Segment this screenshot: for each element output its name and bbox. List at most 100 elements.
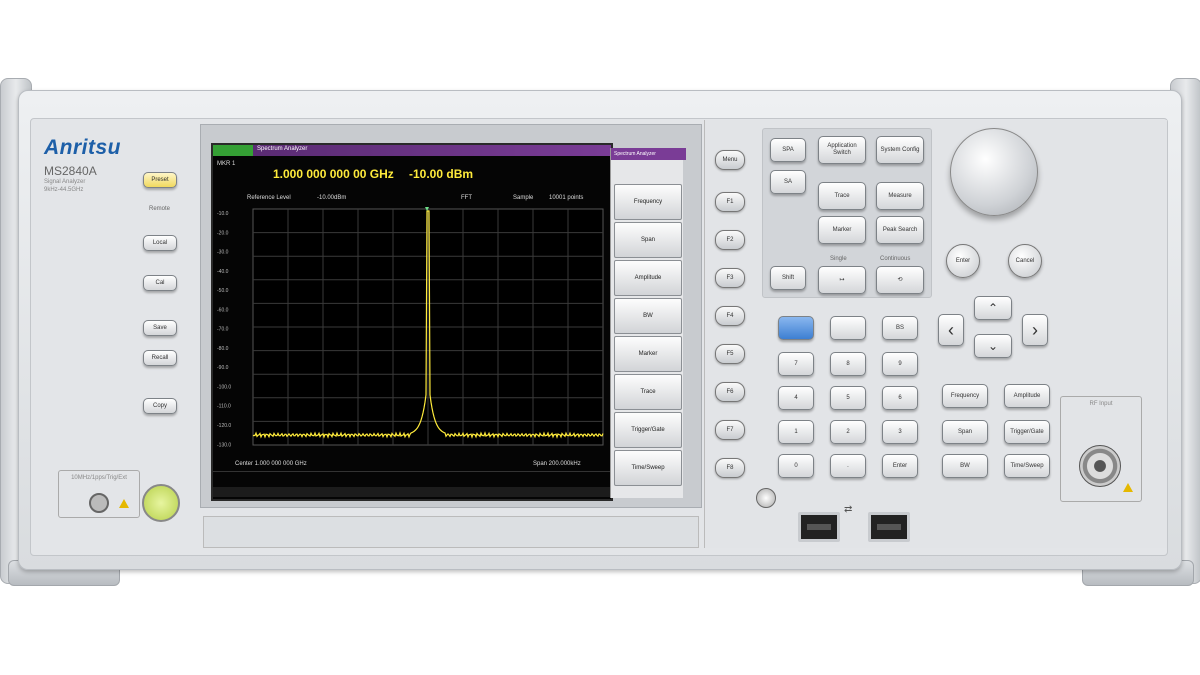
save-button[interactable]: Save: [143, 320, 177, 336]
marker-key[interactable]: Marker: [818, 216, 866, 244]
spa-key[interactable]: SPA: [770, 138, 806, 162]
numpad-key-4[interactable]: 4: [778, 386, 814, 410]
model-range: 9kHz-44.5GHz: [44, 187, 84, 193]
softkey-frequency[interactable]: Frequency: [614, 184, 682, 220]
f2-key[interactable]: F2: [715, 230, 745, 250]
chevron-left-icon: ‹: [948, 319, 954, 340]
f6-key[interactable]: F6: [715, 382, 745, 402]
numpad-key-9[interactable]: 9: [882, 352, 918, 376]
enter-knob-key[interactable]: Enter: [946, 244, 980, 278]
numpad-key-3[interactable]: 3: [882, 420, 918, 444]
rf-input-panel: RF Input: [1060, 396, 1142, 502]
y-tick-label: -40.0: [217, 269, 229, 275]
softkey-panel: Spectrum Analyzer Frequency Span Amplitu…: [610, 148, 686, 498]
up-arrow-key[interactable]: ⌃: [974, 296, 1012, 320]
numpad-key-5[interactable]: 5: [830, 386, 866, 410]
numpad-key-8[interactable]: 8: [830, 352, 866, 376]
usb-port-1[interactable]: [798, 512, 840, 542]
marker-level: -10.00 dBm: [409, 167, 474, 181]
shift-key[interactable]: Shift: [770, 266, 806, 290]
application-switch-key[interactable]: Application Switch: [818, 136, 866, 164]
rotary-knob[interactable]: [950, 128, 1038, 216]
points-count: 10001 points: [549, 195, 584, 201]
softkey-amplitude[interactable]: Amplitude: [614, 260, 682, 296]
down-arrow-key[interactable]: ⌄: [974, 334, 1012, 358]
time-sweep-hard-key[interactable]: Time/Sweep: [1004, 454, 1050, 478]
copy-button[interactable]: Copy: [143, 398, 177, 414]
amplitude-hard-key[interactable]: Amplitude: [1004, 384, 1050, 408]
numpad-key-1[interactable]: 1: [778, 420, 814, 444]
local-button[interactable]: Local: [143, 235, 177, 251]
chevron-down-icon: ⌄: [987, 338, 999, 353]
softkey-trace[interactable]: Trace: [614, 374, 682, 410]
bottom-strip: [203, 516, 699, 548]
y-tick-label: -70.0: [217, 327, 229, 333]
rf-warning-icon: [1123, 483, 1133, 492]
sample-mode: Sample: [513, 195, 534, 201]
center-frequency: Center 1.000 000 000 GHz: [235, 461, 307, 467]
rf-connector-icon[interactable]: [1079, 445, 1121, 487]
usb-port-2[interactable]: [868, 512, 910, 542]
numpad-key-dot[interactable]: .: [830, 454, 866, 478]
model-subtitle: Signal Analyzer: [44, 179, 86, 185]
f1-key[interactable]: F1: [715, 192, 745, 212]
sa-key[interactable]: SA: [770, 170, 806, 194]
loop-icon: ⟲: [897, 276, 903, 283]
local-numeric-key[interactable]: [830, 316, 866, 340]
numpad-key-2[interactable]: 2: [830, 420, 866, 444]
peak-search-key[interactable]: Peak Search: [876, 216, 924, 244]
cancel-key[interactable]: Cancel: [1008, 244, 1042, 278]
bnc-connector-icon[interactable]: [89, 493, 109, 513]
model-name: MS2840A: [44, 164, 97, 178]
numpad-key-enter[interactable]: Enter: [882, 454, 918, 478]
analyzer-screen: Spectrum Analyzer MKR 1 1.000 000 000 00…: [211, 143, 613, 501]
f7-key[interactable]: F7: [715, 420, 745, 440]
y-tick-label: -100.0: [217, 384, 231, 390]
blue-shift-key[interactable]: [778, 316, 814, 340]
softkey-marker[interactable]: Marker: [614, 336, 682, 372]
measure-key[interactable]: Measure: [876, 182, 924, 210]
numpad-key-0[interactable]: 0: [778, 454, 814, 478]
numpad-key-6[interactable]: 6: [882, 386, 918, 410]
menu-key[interactable]: Menu: [715, 150, 745, 170]
y-tick-label: -20.0: [217, 230, 229, 236]
bw-hard-key[interactable]: BW: [942, 454, 988, 478]
f5-key[interactable]: F5: [715, 344, 745, 364]
span-value: Span 200.000kHz: [533, 461, 581, 467]
f4-key[interactable]: F4: [715, 306, 745, 326]
cal-button[interactable]: Cal: [143, 275, 177, 291]
y-tick-label: -120.0: [217, 423, 231, 429]
system-config-key[interactable]: System Config: [876, 136, 924, 164]
softkey-bw[interactable]: BW: [614, 298, 682, 334]
preset-button[interactable]: Preset: [143, 172, 177, 188]
right-arrow-key[interactable]: ›: [1022, 314, 1048, 346]
single-label: Single: [830, 256, 847, 262]
softkey-trigger-gate[interactable]: Trigger/Gate: [614, 412, 682, 448]
f3-key[interactable]: F3: [715, 268, 745, 288]
bottom-status-bar: [213, 487, 611, 497]
rotary-small-knob[interactable]: [756, 488, 776, 508]
span-hard-key[interactable]: Span: [942, 420, 988, 444]
single-key[interactable]: ↦: [818, 266, 866, 294]
y-tick-label: -50.0: [217, 288, 229, 294]
y-tick-label: -60.0: [217, 307, 229, 313]
f8-key[interactable]: F8: [715, 458, 745, 478]
softkey-span[interactable]: Span: [614, 222, 682, 258]
numpad-key-7[interactable]: 7: [778, 352, 814, 376]
brand-logo: Anritsu: [44, 136, 121, 159]
bs-key[interactable]: BS: [882, 316, 918, 340]
recall-button[interactable]: Recall: [143, 350, 177, 366]
left-arrow-key[interactable]: ‹: [938, 314, 964, 346]
reference-level-label: Reference Level: [247, 195, 291, 201]
chevron-up-icon: ⌃: [987, 300, 999, 315]
continuous-key[interactable]: ⟲: [876, 266, 924, 294]
power-button[interactable]: [142, 484, 180, 522]
single-arrow-icon: ↦: [839, 276, 845, 283]
y-tick-label: -130.0: [217, 442, 231, 448]
status-bar: [213, 471, 611, 484]
softkey-time-sweep[interactable]: Time/Sweep: [614, 450, 682, 486]
frequency-hard-key[interactable]: Frequency: [942, 384, 988, 408]
trace-key[interactable]: Trace: [818, 182, 866, 210]
trigger-gate-hard-key[interactable]: Trigger/Gate: [1004, 420, 1050, 444]
reference-level-value: -10.00dBm: [317, 195, 347, 201]
